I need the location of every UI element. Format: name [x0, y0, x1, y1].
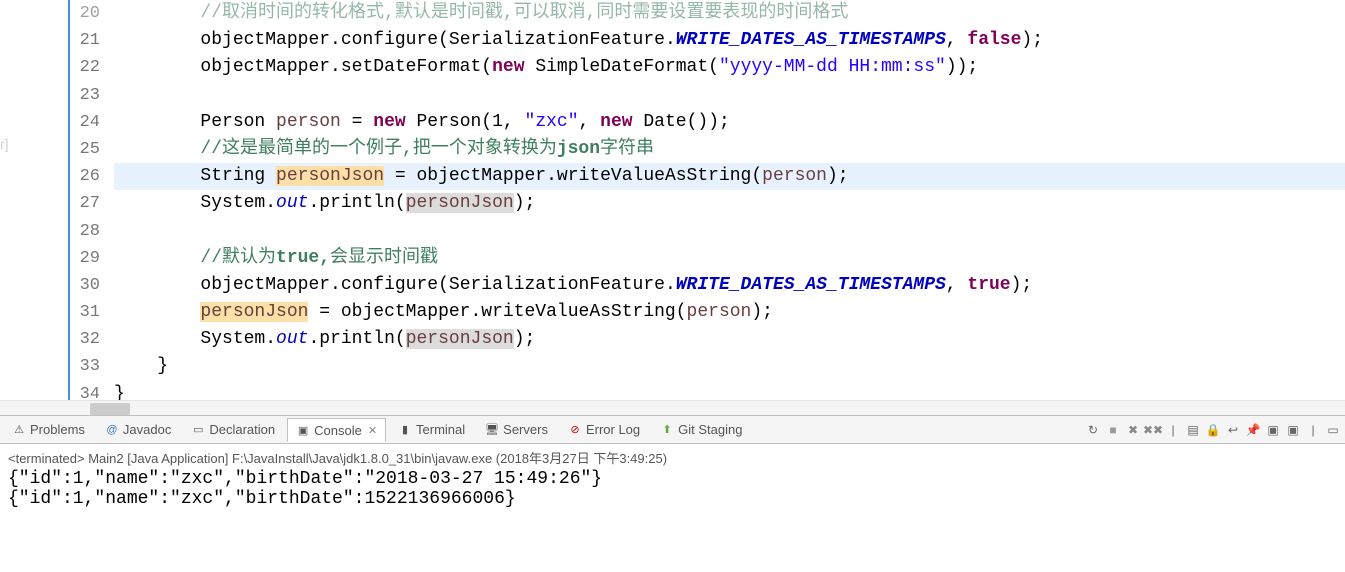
line-number: 30: [0, 272, 106, 299]
tab-terminal[interactable]: ▮Terminal: [390, 418, 473, 442]
declaration-icon: ▭: [191, 423, 205, 437]
console-toolbar: ↻ ■ ✖ ✖✖ | ▤ 🔒 ↩ 📌 ▣ ▣ | ▭: [1085, 422, 1341, 438]
tab-console[interactable]: ▣Console✕: [287, 418, 386, 442]
tab-problems[interactable]: ⚠Problems: [4, 418, 93, 442]
code-line: Person person = new Person(1, "zxc", new…: [114, 109, 1345, 136]
relaunch-icon[interactable]: ↻: [1085, 422, 1101, 438]
clear-console-icon[interactable]: ▤: [1185, 422, 1201, 438]
line-number: 31: [0, 299, 106, 326]
errorlog-icon: ⊘: [568, 423, 582, 437]
javadoc-icon: @: [105, 423, 119, 437]
display-selected-icon[interactable]: ▣: [1265, 422, 1281, 438]
code-line: //取消时间的转化格式,默认是时间戳,可以取消,同时需要设置要表现的时间格式: [114, 0, 1345, 27]
line-number: 28: [0, 218, 106, 245]
console-line: {"id":1,"name":"zxc","birthDate":1522136…: [8, 489, 1337, 509]
code-line: //这是最简单的一个例子,把一个对象转换为json字符串: [114, 136, 1345, 163]
tab-gitstaging[interactable]: ⬆Git Staging: [652, 418, 750, 442]
tab-errorlog[interactable]: ⊘Error Log: [560, 418, 648, 442]
console-output[interactable]: <terminated> Main2 [Java Application] F:…: [0, 444, 1345, 513]
code-line: objectMapper.configure(SerializationFeat…: [114, 27, 1345, 54]
line-number: 22: [0, 54, 106, 81]
minimize-icon[interactable]: ▭: [1325, 422, 1341, 438]
open-console-icon[interactable]: ▣: [1285, 422, 1301, 438]
editor-area: r] 20 21 22 23 24 25 26 27 28 29 30 31 3…: [0, 0, 1345, 415]
view-tabs: ⚠Problems @Javadoc ▭Declaration ▣Console…: [0, 416, 1345, 444]
pin-console-icon[interactable]: 📌: [1245, 422, 1261, 438]
line-number: 25: [0, 136, 106, 163]
terminal-icon: ▮: [398, 423, 412, 437]
console-header: <terminated> Main2 [Java Application] F:…: [8, 448, 1337, 467]
line-gutter: 20 21 22 23 24 25 26 27 28 29 30 31 32 3…: [0, 0, 114, 400]
line-number: 29: [0, 245, 106, 272]
code-line: String personJson = objectMapper.writeVa…: [114, 163, 1345, 190]
code-line: objectMapper.configure(SerializationFeat…: [114, 272, 1345, 299]
servers-icon: 🖥: [485, 423, 499, 437]
remove-all-icon[interactable]: ✖✖: [1145, 422, 1161, 438]
code-line: [114, 82, 1345, 109]
code-line: [114, 218, 1345, 245]
close-icon[interactable]: ✕: [368, 424, 377, 437]
git-icon: ⬆: [660, 423, 674, 437]
bottom-panel: ⚠Problems @Javadoc ▭Declaration ▣Console…: [0, 415, 1345, 513]
code-line: objectMapper.setDateFormat(new SimpleDat…: [114, 54, 1345, 81]
scroll-lock-icon[interactable]: 🔒: [1205, 422, 1221, 438]
stop-icon[interactable]: ■: [1105, 422, 1121, 438]
problems-icon: ⚠: [12, 423, 26, 437]
horizontal-scrollbar[interactable]: [0, 400, 1345, 415]
tab-servers[interactable]: 🖥Servers: [477, 418, 556, 442]
scroll-thumb[interactable]: [90, 403, 130, 415]
code-line: personJson = objectMapper.writeValueAsSt…: [114, 299, 1345, 326]
separator-icon: |: [1305, 422, 1321, 438]
line-number: 27: [0, 190, 106, 217]
code-line: System.out.println(personJson);: [114, 190, 1345, 217]
line-number: 21: [0, 27, 106, 54]
line-number: 20: [0, 0, 106, 27]
code-editor[interactable]: //取消时间的转化格式,默认是时间戳,可以取消,同时需要设置要表现的时间格式 o…: [114, 0, 1345, 400]
code-line: }: [114, 353, 1345, 380]
code-line: System.out.println(personJson);: [114, 326, 1345, 353]
line-number: 32: [0, 326, 106, 353]
word-wrap-icon[interactable]: ↩: [1225, 422, 1241, 438]
separator-icon: |: [1165, 422, 1181, 438]
remove-launch-icon[interactable]: ✖: [1125, 422, 1141, 438]
console-line: {"id":1,"name":"zxc","birthDate":"2018-0…: [8, 469, 1337, 489]
line-number: 33: [0, 353, 106, 380]
line-number: 24: [0, 109, 106, 136]
code-line: //默认为true,会显示时间戳: [114, 245, 1345, 272]
change-marker-bar: [68, 0, 70, 400]
tab-javadoc[interactable]: @Javadoc: [97, 418, 179, 442]
console-icon: ▣: [296, 423, 310, 437]
line-number: 26: [0, 163, 106, 190]
code-container: 20 21 22 23 24 25 26 27 28 29 30 31 32 3…: [0, 0, 1345, 400]
line-number: 23: [0, 82, 106, 109]
tab-declaration[interactable]: ▭Declaration: [183, 418, 283, 442]
